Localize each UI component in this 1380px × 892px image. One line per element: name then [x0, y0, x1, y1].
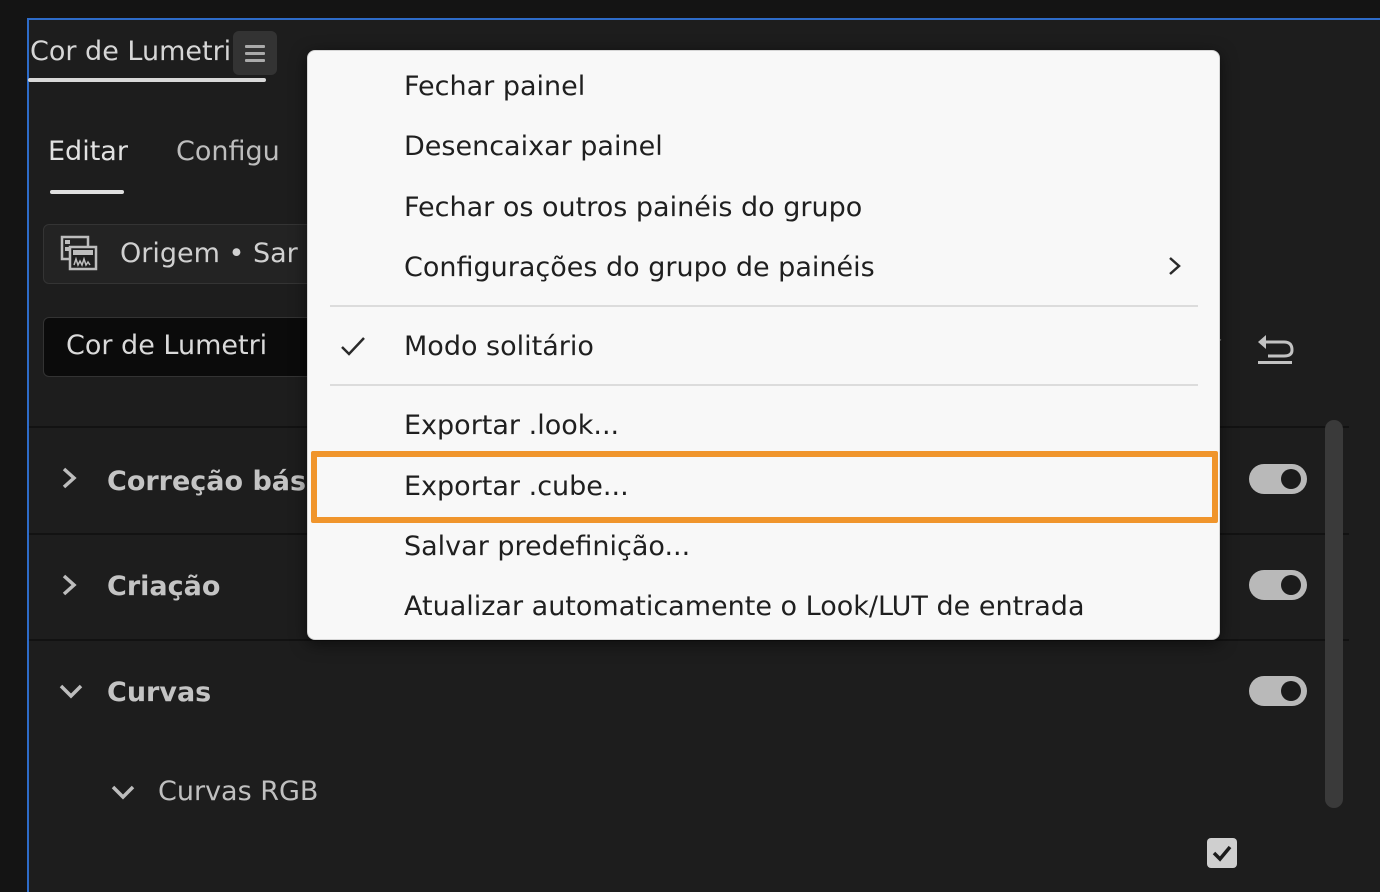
panel-tab-title[interactable]: Cor de Lumetri — [30, 36, 231, 67]
tab-edit[interactable]: Editar — [48, 136, 128, 167]
section-toggle[interactable] — [1249, 570, 1307, 600]
chevron-right-icon — [62, 467, 77, 489]
checkmark-icon — [1212, 845, 1232, 862]
menu-separator — [330, 384, 1198, 386]
chevron-right-icon — [1169, 257, 1181, 275]
menu-item-save-preset[interactable]: Salvar predefinição... — [404, 531, 690, 562]
chevron-down-icon[interactable] — [111, 780, 135, 804]
highlight-box — [311, 451, 1218, 523]
curves-checkbox[interactable] — [1207, 838, 1237, 868]
checkmark-icon — [341, 337, 365, 356]
panel-tab-underline — [28, 78, 266, 82]
tab-edit-underline — [50, 190, 124, 194]
menu-item-export-look[interactable]: Exportar .look... — [404, 410, 619, 441]
reset-icon[interactable] — [1254, 330, 1296, 366]
menu-item-close-other-panels[interactable]: Fechar os outros painéis do grupo — [404, 192, 862, 223]
chevron-right-icon — [62, 574, 77, 596]
menu-item-panel-group-settings[interactable]: Configurações do grupo de painéis — [404, 252, 875, 283]
section-toggle[interactable] — [1249, 464, 1307, 494]
app-frame: Cor de Lumetri Editar Configu Origem • S… — [0, 0, 1380, 892]
section-curves[interactable]: Curvas — [29, 641, 1349, 745]
menu-item-undock-panel[interactable]: Desencaixar painel — [404, 131, 663, 162]
chevron-down-icon — [59, 684, 83, 699]
clip-sequence-icon — [60, 235, 98, 271]
menu-item-solo-mode[interactable]: Modo solitário — [404, 331, 594, 362]
menu-item-close-panel[interactable]: Fechar painel — [404, 71, 585, 102]
section-toggle[interactable] — [1249, 676, 1307, 706]
scrollbar[interactable] — [1325, 420, 1343, 808]
effect-dropdown-label: Cor de Lumetri — [66, 330, 268, 361]
section-label: Criação — [107, 571, 221, 602]
menu-item-auto-update-lut[interactable]: Atualizar automaticamente o Look/LUT de … — [404, 591, 1084, 622]
panel-context-menu: Fechar painel Desencaixar painel Fechar … — [307, 50, 1220, 640]
menu-separator — [330, 305, 1198, 307]
hamburger-icon — [245, 41, 265, 66]
tab-settings[interactable]: Configu — [176, 136, 280, 167]
section-label: Curvas — [107, 677, 212, 708]
source-label: Origem • Sar — [120, 238, 298, 269]
subsection-rgb-curves[interactable]: Curvas RGB — [158, 776, 318, 807]
panel-menu-button[interactable] — [233, 31, 277, 75]
